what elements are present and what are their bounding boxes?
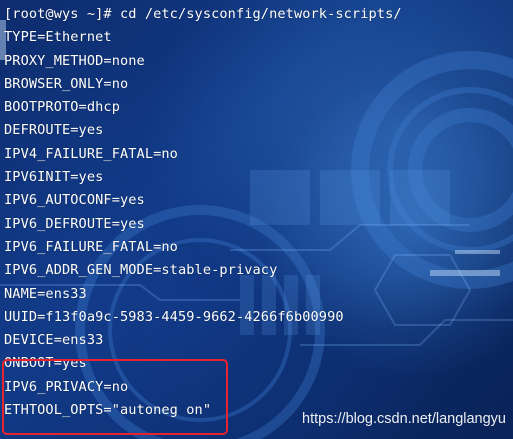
- shell-command-line: [root@wys ~]# cd /etc/sysconfig/network-…: [4, 6, 402, 22]
- config-line-ipv6-failure-fatal: IPV6_FAILURE_FATAL=no: [4, 238, 178, 255]
- config-line-ipv6init: IPV6INIT=yes: [4, 169, 104, 186]
- config-line-proxy-method: PROXY_METHOD=none: [4, 52, 145, 69]
- watermark-url: https://blog.csdn.net/langlangyu: [302, 411, 506, 427]
- config-line-type: TYPE=Ethernet: [4, 29, 112, 46]
- config-line-defroute: DEFROUTE=yes: [4, 122, 104, 139]
- config-line-name: NAME=ens33: [4, 285, 87, 302]
- config-line-bootproto: BOOTPROTO=dhcp: [4, 99, 120, 116]
- config-line-ipv6-autoconf: IPV6_AUTOCONF=yes: [4, 192, 145, 209]
- config-line-ipv6-addr-gen-mode: IPV6_ADDR_GEN_MODE=stable-privacy: [4, 262, 278, 279]
- config-line-device: DEVICE=ens33: [4, 332, 104, 349]
- terminal-window[interactable]: [root@wys ~]# cd /etc/sysconfig/network-…: [0, 0, 513, 439]
- config-line-ipv6-defroute: IPV6_DEFROUTE=yes: [4, 215, 145, 232]
- highlight-annotation-box: [2, 359, 228, 435]
- config-line-ipv4-failure-fatal: IPV4_FAILURE_FATAL=no: [4, 145, 178, 162]
- config-line-uuid: UUID=f13f0a9c-5983-4459-9662-4266f6b0099…: [4, 308, 344, 325]
- config-line-browser-only: BROWSER_ONLY=no: [4, 75, 129, 92]
